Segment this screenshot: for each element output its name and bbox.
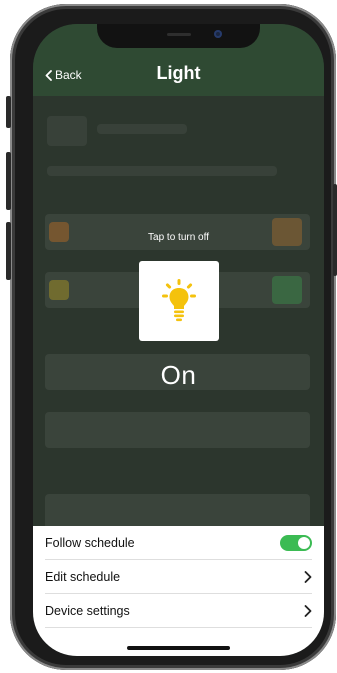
device-settings-row[interactable]: Device settings [45,594,312,628]
text-placeholder [97,124,187,134]
front-camera [214,30,222,38]
light-toggle-button[interactable] [139,261,219,341]
follow-schedule-label: Follow schedule [45,535,135,550]
device-settings-label: Device settings [45,603,130,618]
follow-schedule-row[interactable]: Follow schedule [45,526,312,560]
text-placeholder [47,166,277,176]
notch [97,24,260,48]
power-button [333,184,337,276]
volume-up-button [6,152,11,210]
chevron-right-icon [304,570,312,583]
tap-hint: Tap to turn off [148,232,209,243]
background-card [45,494,310,530]
edit-schedule-label: Edit schedule [45,569,121,584]
screen: Back Light Tap to turn off On Follow sch… [33,24,324,656]
edit-schedule-row[interactable]: Edit schedule [45,560,312,594]
page-title: Light [156,63,201,83]
toggle-knob [298,536,310,549]
weather-icon-placeholder [47,116,87,146]
volume-down-button [6,222,11,280]
mute-switch [6,96,11,128]
chevron-right-icon [304,604,312,617]
light-state: On [160,360,197,390]
home-indicator[interactable] [127,646,230,650]
options-sheet: Follow schedule Edit schedule Device set… [33,526,324,656]
follow-schedule-toggle[interactable] [280,534,312,551]
background-card [45,412,310,448]
speaker [167,33,191,36]
lightbulb-icon [162,279,196,322]
